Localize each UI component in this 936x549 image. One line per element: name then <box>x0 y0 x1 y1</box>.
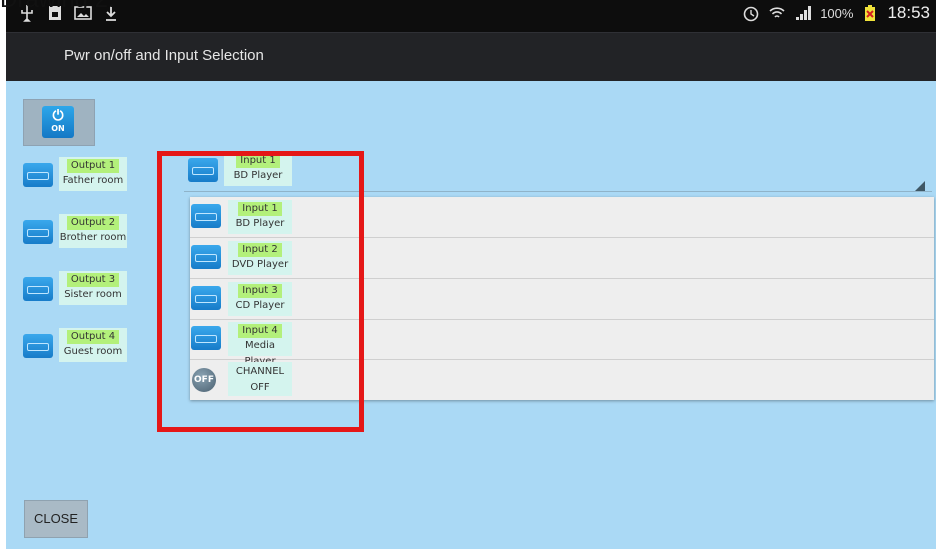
battery-icon <box>861 4 879 22</box>
battery-percent: 100% <box>820 5 854 21</box>
output-item-2[interactable]: Output 2 Brother room <box>23 214 128 248</box>
output-label: Output 4 Guest room <box>59 328 127 362</box>
output-label: Output 2 Brother room <box>59 214 127 248</box>
page-title: Pwr on/off and Input Selection <box>64 47 264 64</box>
output-id: Output 3 <box>66 273 120 287</box>
output-room: Brother room <box>59 232 127 243</box>
output-room: Father room <box>62 175 124 186</box>
power-label: ON <box>51 124 65 133</box>
power-button[interactable]: ⏻ ON <box>42 106 74 138</box>
option-label: CHANNEL OFF <box>228 362 292 396</box>
tv-icon <box>191 245 221 269</box>
tv-icon <box>23 220 53 244</box>
selected-input-label: Input 1 BD Player <box>224 152 292 186</box>
selected-input-id: Input 1 <box>236 154 280 168</box>
option-id: Input 2 <box>238 243 282 257</box>
option-label: Input 4 Media Player <box>228 322 292 367</box>
off-icon: OFF <box>192 368 216 392</box>
spinner-underline <box>184 191 932 192</box>
option-label: Input 1 BD Player <box>228 200 292 234</box>
option-id: Input 3 <box>238 284 282 298</box>
input-dropdown-list: Input 1 BD Player Input 2 DVD Player Inp… <box>190 197 934 400</box>
tv-icon <box>191 326 221 350</box>
wifi-icon <box>768 4 786 22</box>
option-id: Input 1 <box>238 202 282 216</box>
signal-icon <box>794 4 812 22</box>
power-icon: ⏻ <box>52 108 64 124</box>
tv-icon <box>191 204 221 228</box>
tv-icon <box>23 334 53 358</box>
output-label: Output 1 Father room <box>59 157 127 191</box>
tv-icon <box>23 163 53 187</box>
option-label: Input 3 CD Player <box>228 282 292 316</box>
output-room: Guest room <box>63 346 123 357</box>
spinner-arrow-icon[interactable] <box>915 181 925 191</box>
dropdown-option-channel-off[interactable]: OFF CHANNEL OFF <box>190 359 934 399</box>
output-item-4[interactable]: Output 4 Guest room <box>23 328 128 362</box>
dropdown-option-input-4[interactable]: Input 4 Media Player <box>190 319 934 367</box>
input-spinner[interactable]: Input 1 BD Player <box>188 152 308 188</box>
option-label: Input 2 DVD Player <box>228 241 292 275</box>
option-id: Input 4 <box>238 324 282 338</box>
option-name: BD Player <box>235 218 285 229</box>
dropdown-option-input-2[interactable]: Input 2 DVD Player <box>190 238 934 279</box>
output-id: Output 4 <box>66 330 120 344</box>
output-label: Output 3 Sister room <box>59 271 127 305</box>
option-name: OFF <box>250 382 270 393</box>
clock: 18:53 <box>887 3 930 22</box>
output-item-3[interactable]: Output 3 Sister room <box>23 271 128 305</box>
output-room: Sister room <box>64 289 122 300</box>
power-button-frame: ⏻ ON <box>23 99 95 146</box>
selected-input-name: BD Player <box>233 170 283 181</box>
output-id: Output 2 <box>66 216 120 230</box>
dropdown-option-input-1[interactable]: Input 1 BD Player <box>190 197 934 238</box>
option-name: DVD Player <box>231 259 289 270</box>
output-id: Output 1 <box>66 159 120 173</box>
tv-icon <box>23 277 53 301</box>
output-item-1[interactable]: Output 1 Father room <box>23 157 128 191</box>
tv-icon <box>191 286 221 310</box>
dropdown-option-input-3[interactable]: Input 3 CD Player <box>190 279 934 320</box>
status-right: 100% 18:53 <box>742 3 930 23</box>
status-bar: 100% 18:53 <box>6 0 936 32</box>
alarm-icon <box>742 4 760 22</box>
tv-icon <box>188 158 218 182</box>
main-content: ⏻ ON Output 1 Father room Output 2 Broth… <box>6 81 936 549</box>
action-bar: Pwr on/off and Input Selection <box>6 32 936 82</box>
option-id: CHANNEL <box>235 366 285 377</box>
option-name: CD Player <box>235 300 285 311</box>
close-button[interactable]: CLOSE <box>24 500 88 538</box>
drawing-caption: Drawing 2: <box>0 0 115 14</box>
